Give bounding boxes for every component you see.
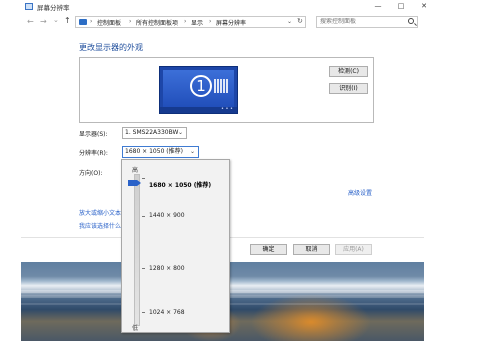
ok-button[interactable]: 确定 — [250, 244, 287, 255]
control-panel-icon — [79, 19, 87, 25]
address-dropdown-icon[interactable]: ⌄ — [287, 18, 292, 25]
monitor-number: 1 — [190, 75, 212, 97]
slider-tick — [142, 312, 145, 313]
close-button[interactable]: ✕ — [413, 0, 435, 12]
breadcrumb-screen-resolution[interactable]: 屏幕分辨率 — [216, 18, 246, 27]
low-label: 低 — [132, 325, 139, 332]
orientation-label: 方向(O): — [79, 170, 103, 177]
window-title: 屏幕分辨率 — [37, 4, 70, 12]
cancel-button[interactable]: 取消 — [293, 244, 330, 255]
search-input[interactable] — [320, 18, 400, 25]
refresh-icon[interactable]: ↻ — [297, 17, 303, 25]
breadcrumb-control-panel[interactable]: 控制面板 — [97, 18, 121, 27]
display-label: 显示器(S): — [79, 131, 108, 138]
breadcrumb-all-items[interactable]: 所有控制面板项 — [136, 18, 178, 27]
breadcrumb-separator: › — [209, 18, 212, 25]
text-size-link[interactable]: 放大或缩小文本 — [79, 208, 121, 217]
breadcrumb-display[interactable]: 显示 — [191, 18, 203, 27]
breadcrumb-separator: › — [184, 18, 187, 25]
recent-locations-icon[interactable]: ⌄ — [53, 16, 59, 24]
back-arrow-icon[interactable]: ← — [27, 17, 34, 26]
monitor-preview[interactable]: 1 • • • — [159, 66, 238, 114]
breadcrumb-separator: › — [90, 18, 93, 25]
chevron-down-icon: ⌄ — [177, 129, 183, 136]
resolution-option[interactable]: 1280 × 800 — [149, 265, 185, 272]
forward-arrow-icon[interactable]: → — [40, 17, 47, 26]
choose-settings-link[interactable]: 我应该选择什么 — [79, 221, 121, 230]
resolution-dropdown-panel: 高 1680 × 1050 (推荐) 1440 × 900 1280 × 800… — [121, 159, 230, 333]
resolution-option[interactable]: 1680 × 1050 (推荐) — [149, 180, 211, 189]
resolution-select-value: 1680 × 1050 (推荐) — [125, 148, 183, 155]
display-select[interactable]: 1. SMS22A330BW ⌄ — [122, 127, 187, 139]
display-select-value: 1. SMS22A330BW — [125, 129, 179, 136]
search-box[interactable] — [316, 16, 418, 28]
search-icon[interactable] — [408, 18, 414, 24]
resolution-label: 分辨率(R): — [79, 150, 108, 157]
apply-button[interactable]: 应用(A) — [335, 244, 372, 255]
detect-button[interactable]: 检测(C) — [329, 66, 368, 77]
monitor-dots-icon: • • • — [220, 106, 233, 112]
up-arrow-icon[interactable]: ↑ — [64, 16, 71, 25]
resolution-option[interactable]: 1024 × 768 — [149, 309, 185, 316]
display-settings-icon — [25, 3, 33, 10]
monitor-grid-icon — [214, 79, 228, 93]
page-title: 更改显示器的外观 — [79, 43, 143, 52]
resolution-option[interactable]: 1440 × 900 — [149, 212, 185, 219]
high-label: 高 — [132, 167, 139, 174]
slider-tick — [142, 216, 145, 217]
chevron-down-icon: ⌄ — [189, 148, 195, 155]
slider-tick — [142, 178, 145, 179]
maximize-button[interactable]: □ — [390, 0, 412, 12]
slider-tick — [142, 268, 145, 269]
resolution-select[interactable]: 1680 × 1050 (推荐) ⌄ — [122, 146, 199, 158]
minimize-button[interactable]: — — [367, 0, 389, 12]
identify-button[interactable]: 识别(I) — [329, 83, 368, 94]
advanced-settings-link[interactable]: 高级设置 — [348, 188, 372, 197]
breadcrumb-separator: › — [129, 18, 132, 25]
resolution-slider-track[interactable] — [134, 174, 140, 326]
